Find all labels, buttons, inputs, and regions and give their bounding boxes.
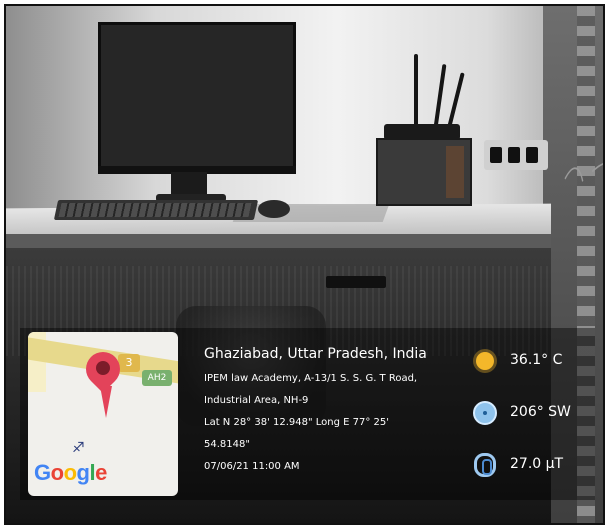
heading-value: 206° SW (510, 404, 571, 420)
pegman-icon: ♐ (72, 440, 85, 456)
magnet-icon (472, 452, 498, 478)
magnetic-value: 27.0 μT (510, 456, 564, 472)
map-pin-dot (96, 361, 110, 375)
highway-label: AH2 (142, 370, 172, 386)
temperature-value: 36.1° C (510, 352, 563, 368)
power-plug (490, 147, 502, 163)
map-thumbnail[interactable]: 3 AH2 ♐ Google (28, 332, 178, 496)
temperature-stat: 36.1° C (472, 346, 592, 398)
map-pin-tail (100, 386, 112, 418)
datetime: 07/06/21 11:00 AM (204, 461, 300, 472)
coordinates-line-2: 54.8148" (204, 439, 250, 450)
compass-icon (472, 400, 498, 426)
mouse (258, 200, 290, 218)
sun-icon (472, 348, 498, 374)
router-antenna (414, 54, 418, 128)
computer-monitor (98, 22, 296, 172)
magnetic-stat: 27.0 μT (472, 450, 592, 502)
location-info: Ghaziabad, Uttar Pradesh, India IPEM law… (204, 346, 427, 478)
google-logo: Google (34, 460, 107, 485)
coordinates-line-1: Lat N 28° 38' 12.948" Long E 77° 25' (204, 417, 390, 428)
road-shield: 3 (118, 354, 140, 372)
sensor-stats: 36.1° C 206° SW 27.0 μT (472, 346, 592, 502)
power-plug (508, 147, 520, 163)
cpu-panel (446, 146, 464, 198)
heading-stat: 206° SW (472, 398, 592, 450)
desk-edge (6, 234, 551, 248)
city-title: Ghaziabad, Uttar Pradesh, India (204, 346, 427, 362)
power-plug (526, 147, 538, 163)
address-line-1: IPEM law Academy, A-13/1 S. S. G. T Road… (204, 373, 418, 384)
drawer-handle (326, 276, 386, 288)
keyboard-keys (58, 203, 252, 217)
address-line-2: Industrial Area, NH-9 (204, 395, 309, 406)
